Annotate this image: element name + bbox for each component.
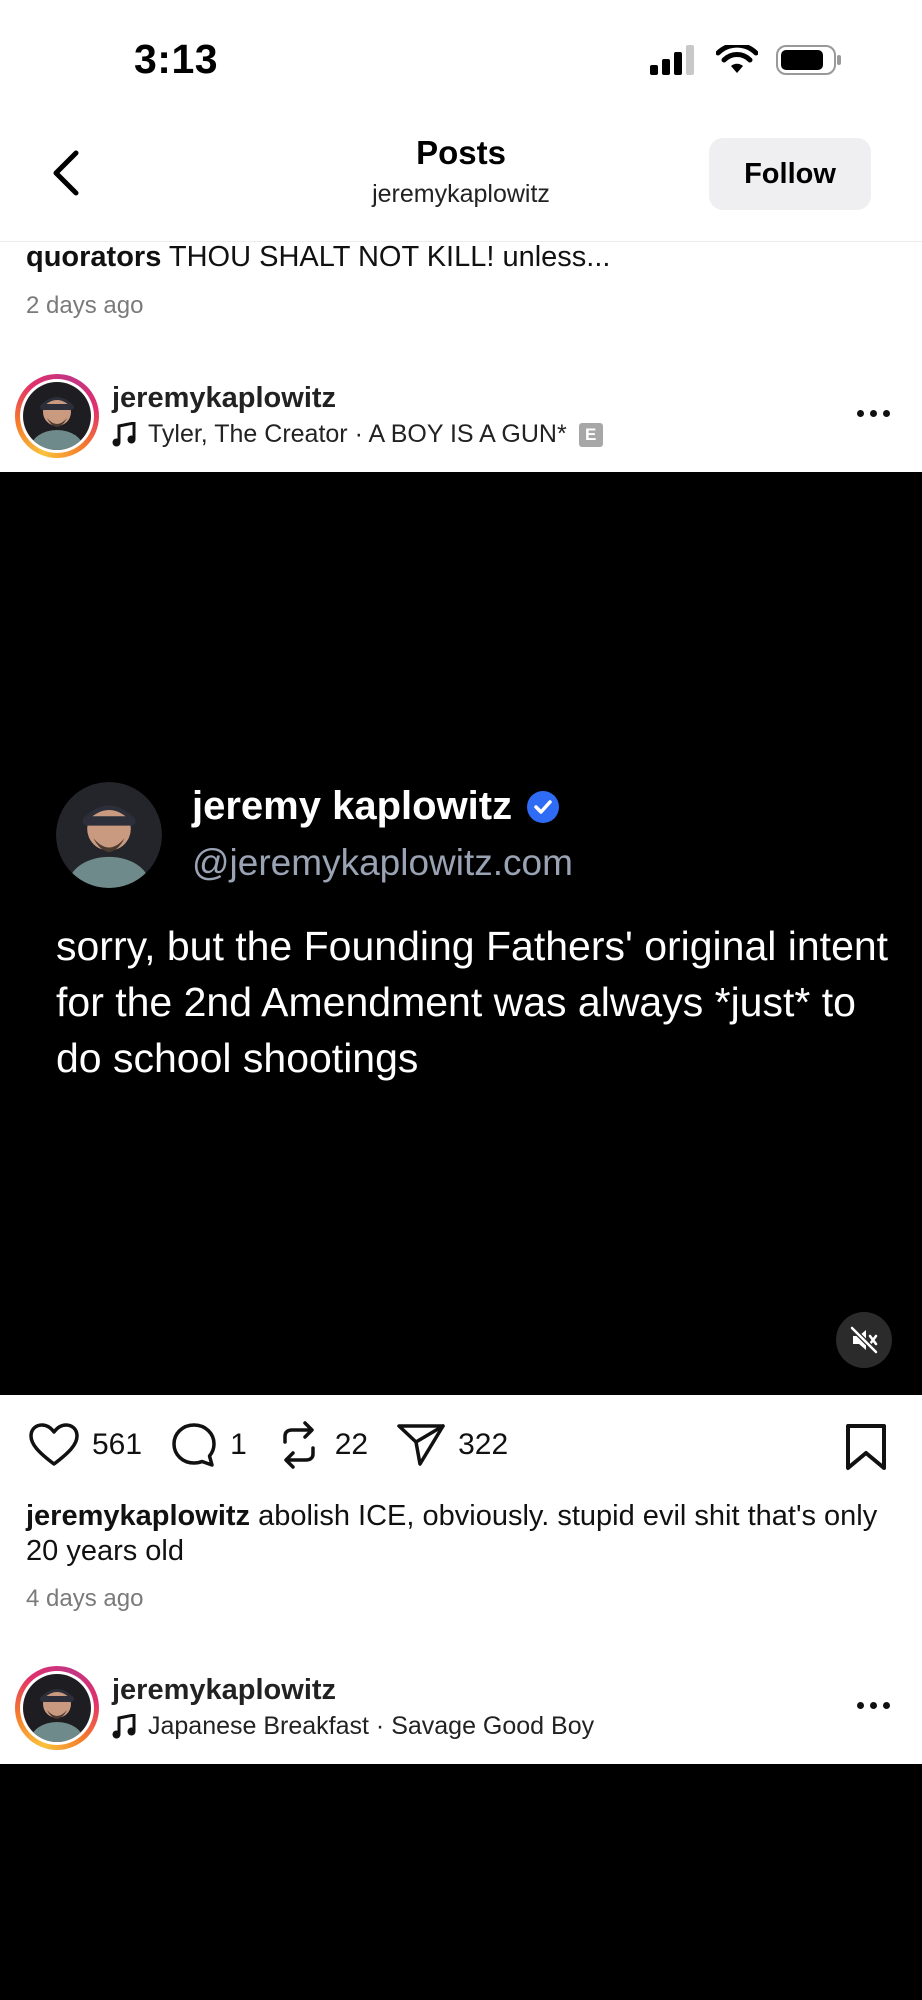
comment-button[interactable]: 1: [170, 1421, 247, 1469]
battery-icon: [776, 45, 841, 75]
post-username[interactable]: jeremykaplowitz: [112, 382, 336, 415]
caption-username[interactable]: jeremykaplowitz: [26, 1500, 250, 1532]
tweet-handle: @jeremykaplowitz.com: [192, 842, 573, 883]
tweet-text: sorry, but the Founding Fathers' origina…: [56, 923, 889, 1081]
like-count: 561: [92, 1428, 143, 1461]
like-button[interactable]: 561: [28, 1422, 142, 1468]
heart-icon: [29, 1423, 79, 1466]
status-icons: [650, 44, 842, 76]
bookmark-icon: [846, 1424, 886, 1470]
mute-button[interactable]: [836, 1312, 892, 1368]
share-button[interactable]: 322: [396, 1422, 508, 1468]
music-track: Tyler, The Creator · A BOY IS A GUN*: [148, 420, 567, 448]
prev-post-caption: quorators THOU SHALT NOT KILL! unless...: [26, 240, 896, 275]
dot-icon: [857, 1702, 864, 1709]
profile-photo-icon: [56, 782, 162, 888]
avatar[interactable]: [15, 374, 99, 458]
explicit-badge: E: [578, 422, 603, 447]
tweet-display-name: jeremy kaplowitz: [192, 784, 560, 829]
profile-photo-icon: [23, 382, 91, 450]
speaker-muted-icon: [850, 1326, 878, 1354]
caption-username[interactable]: quorators: [26, 241, 161, 273]
follow-button[interactable]: Follow: [709, 138, 871, 210]
next-post-username[interactable]: jeremykaplowitz: [112, 1674, 336, 1707]
repost-button[interactable]: 22: [275, 1420, 368, 1470]
caption-text: THOU SHALT NOT KILL! unless...: [168, 241, 611, 273]
comment-count: 1: [230, 1428, 247, 1461]
comment-bubble-icon: [172, 1423, 216, 1467]
prev-post-time: 2 days ago: [26, 292, 144, 319]
post-caption: jeremykaplowitz abolish ICE, obviously. …: [26, 1499, 896, 1569]
verified-badge-icon: [527, 790, 560, 823]
wifi-icon: [716, 45, 758, 73]
dot-icon: [870, 410, 877, 417]
bookmark-button[interactable]: [844, 1423, 888, 1476]
more-options-button[interactable]: [857, 1694, 890, 1717]
share-count: 322: [458, 1428, 509, 1461]
repost-icon: [283, 1421, 315, 1469]
tweet-name-text: jeremy kaplowitz: [192, 784, 513, 828]
dot-icon: [857, 410, 864, 417]
more-options-button[interactable]: [857, 402, 890, 425]
avatar[interactable]: [15, 1666, 99, 1750]
repost-count: 22: [334, 1428, 369, 1461]
status-time: 3:13: [134, 36, 219, 82]
music-row[interactable]: Tyler, The Creator · A BOY IS A GUN* E: [112, 420, 603, 449]
tweet-avatar: [56, 782, 162, 888]
cellular-signal-icon: [650, 45, 694, 75]
profile-photo-icon: [23, 1674, 91, 1742]
music-track: Japanese Breakfast · Savage Good Boy: [148, 1712, 595, 1740]
music-note-icon: [112, 1713, 136, 1738]
send-icon: [397, 1424, 445, 1466]
next-music-row[interactable]: Japanese Breakfast · Savage Good Boy: [112, 1712, 594, 1741]
post-time: 4 days ago: [26, 1585, 144, 1612]
music-note-icon: [112, 421, 136, 446]
dot-icon: [870, 1702, 877, 1709]
post-actions: 561 1 22 322: [28, 1420, 536, 1470]
dot-icon: [883, 1702, 890, 1709]
next-post-media[interactable]: [0, 1764, 922, 2000]
dot-icon: [883, 410, 890, 417]
